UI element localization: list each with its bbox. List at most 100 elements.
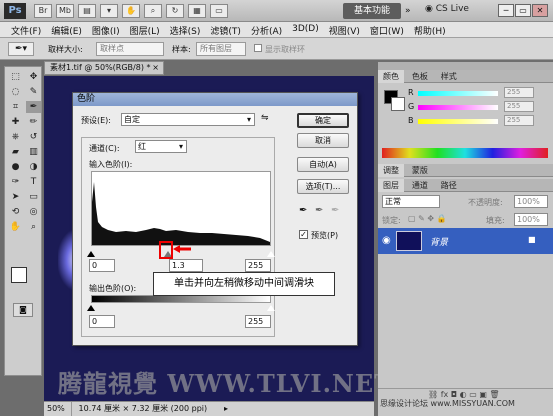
hand-tool-icon[interactable]: ✋: [122, 4, 140, 18]
marquee-tool-icon[interactable]: ⬚: [8, 71, 23, 83]
lasso-tool-icon[interactable]: ◌: [8, 86, 23, 98]
restore-button[interactable]: ▭: [515, 4, 531, 17]
type-tool-icon[interactable]: T: [26, 176, 41, 188]
preview-checkbox[interactable]: ✓: [299, 230, 308, 239]
blend-mode-select[interactable]: 正常: [382, 195, 440, 208]
input-black-slider[interactable]: [87, 251, 95, 257]
crop-tool-icon[interactable]: ⌗: [8, 101, 23, 113]
channel-r-value[interactable]: 255: [504, 87, 534, 98]
tab-layers[interactable]: 图层: [378, 179, 404, 192]
arrange-documents-icon[interactable]: ▦: [188, 4, 206, 18]
menu-edit[interactable]: 编辑(E): [46, 22, 87, 37]
white-point-eyedropper-icon[interactable]: ✒: [331, 205, 339, 216]
channel-b-slider[interactable]: [418, 119, 498, 124]
minimize-button[interactable]: ─: [498, 4, 514, 17]
screen-mode-icon[interactable]: ▭: [210, 4, 228, 18]
dodge-tool-icon[interactable]: ◑: [26, 161, 41, 173]
menu-analysis[interactable]: 分析(A): [246, 22, 287, 37]
input-gamma-field[interactable]: 1.3: [169, 259, 203, 272]
tab-adjustments[interactable]: 调整: [378, 164, 404, 177]
zoom-tool-icon[interactable]: ⌕: [144, 4, 162, 18]
input-white-field[interactable]: 255: [245, 259, 271, 272]
channel-g-value[interactable]: 255: [504, 101, 534, 112]
channel-r-slider[interactable]: [418, 91, 498, 96]
menu-image[interactable]: 图像(I): [87, 22, 125, 37]
menu-3d[interactable]: 3D(D): [287, 22, 324, 37]
path-select-tool-icon[interactable]: ➤: [8, 191, 23, 203]
extras-icon[interactable]: ▤: [78, 4, 96, 18]
brush-tool-icon[interactable]: ✏: [26, 116, 41, 128]
foreground-color-swatch[interactable]: [11, 267, 27, 283]
tab-channels[interactable]: 通道: [407, 179, 433, 192]
tab-masks[interactable]: 蒙版: [407, 164, 433, 177]
zoom-tool-icon[interactable]: ⌕: [26, 221, 41, 233]
sample-size-select[interactable]: 取样点: [96, 42, 164, 56]
healing-brush-tool-icon[interactable]: ✚: [8, 116, 23, 128]
cs-live-button[interactable]: ◉ CS Live: [425, 4, 469, 18]
gradient-tool-icon[interactable]: ▥: [26, 146, 41, 158]
tab-styles[interactable]: 样式: [436, 70, 462, 83]
output-black-field[interactable]: 0: [89, 315, 115, 328]
hand-tool-icon[interactable]: ✋: [8, 221, 23, 233]
preset-select[interactable]: 自定 ▾: [121, 113, 255, 126]
quick-select-tool-icon[interactable]: ✎: [26, 86, 41, 98]
show-ring-checkbox[interactable]: [254, 44, 262, 52]
history-brush-tool-icon[interactable]: ↺: [26, 131, 41, 143]
menu-view[interactable]: 视图(V): [324, 22, 365, 37]
gray-point-eyedropper-icon[interactable]: ✒: [315, 205, 323, 216]
zoom-level-icon[interactable]: ▾: [100, 4, 118, 18]
lock-icons[interactable]: ▢ ✎ ✥ 🔒: [408, 214, 447, 223]
ok-button[interactable]: 确定: [297, 113, 349, 128]
cancel-button[interactable]: 取消: [297, 133, 349, 148]
3d-rotate-tool-icon[interactable]: ⟲: [8, 206, 23, 218]
close-tab-icon[interactable]: ×: [152, 62, 159, 74]
status-menu-icon[interactable]: ▸: [224, 402, 228, 416]
close-button[interactable]: ✕: [532, 4, 548, 17]
eraser-tool-icon[interactable]: ▰: [8, 146, 23, 158]
minibridge-icon[interactable]: Mb: [56, 4, 74, 18]
menu-layer[interactable]: 图层(L): [125, 22, 165, 37]
output-black-slider[interactable]: [87, 305, 95, 311]
output-white-field[interactable]: 255: [245, 315, 271, 328]
rotate-view-icon[interactable]: ↻: [166, 4, 184, 18]
layer-row-background[interactable]: ◉ 背景 ■: [378, 228, 553, 254]
move-tool-icon[interactable]: ✥: [26, 71, 41, 83]
3d-orbit-tool-icon[interactable]: ◎: [26, 206, 41, 218]
menu-file[interactable]: 文件(F): [6, 22, 46, 37]
blur-tool-icon[interactable]: ●: [8, 161, 23, 173]
auto-button[interactable]: 自动(A): [297, 157, 349, 172]
preset-options-icon[interactable]: ⇋: [261, 113, 269, 123]
layer-name[interactable]: 背景: [430, 235, 448, 248]
workspace-chevron-icon[interactable]: »: [405, 6, 411, 16]
menu-window[interactable]: 窗口(W): [365, 22, 409, 37]
pen-tool-icon[interactable]: ✑: [8, 176, 23, 188]
clone-stamp-tool-icon[interactable]: ⎈: [8, 131, 23, 143]
layer-visibility-eye-icon[interactable]: ◉: [382, 235, 391, 246]
eyedropper-preset-icon[interactable]: ✒▾: [8, 42, 34, 56]
menu-help[interactable]: 帮助(H): [409, 22, 451, 37]
zoom-readout[interactable]: 50%: [44, 402, 72, 416]
channel-g-slider[interactable]: [418, 105, 498, 110]
color-spectrum-bar[interactable]: [382, 148, 548, 158]
opacity-field[interactable]: 100%: [514, 195, 548, 208]
input-white-slider[interactable]: [267, 251, 275, 257]
document-tab[interactable]: 素材1.tif @ 50%(RGB/8) * ×: [44, 61, 164, 75]
black-point-eyedropper-icon[interactable]: ✒: [299, 205, 307, 216]
tab-color[interactable]: 颜色: [378, 70, 404, 83]
channel-b-value[interactable]: 255: [504, 115, 534, 126]
shape-tool-icon[interactable]: ▭: [26, 191, 41, 203]
menu-select[interactable]: 选择(S): [165, 22, 206, 37]
sample-select[interactable]: 所有图层: [196, 42, 246, 56]
workspace-button[interactable]: 基本功能: [343, 3, 401, 19]
channel-select[interactable]: 红 ▾: [135, 140, 187, 153]
options-button[interactable]: 选项(T)...: [297, 179, 349, 194]
tab-paths[interactable]: 路径: [436, 179, 462, 192]
tab-swatches[interactable]: 色板: [407, 70, 433, 83]
eyedropper-tool-icon[interactable]: ✒: [26, 101, 41, 113]
output-white-slider[interactable]: [267, 305, 275, 311]
quick-mask-icon[interactable]: ◙: [13, 303, 33, 317]
bridge-icon[interactable]: Br: [34, 4, 52, 18]
menu-filter[interactable]: 滤镜(T): [205, 22, 246, 37]
fill-field[interactable]: 100%: [514, 213, 548, 226]
input-black-field[interactable]: 0: [89, 259, 115, 272]
